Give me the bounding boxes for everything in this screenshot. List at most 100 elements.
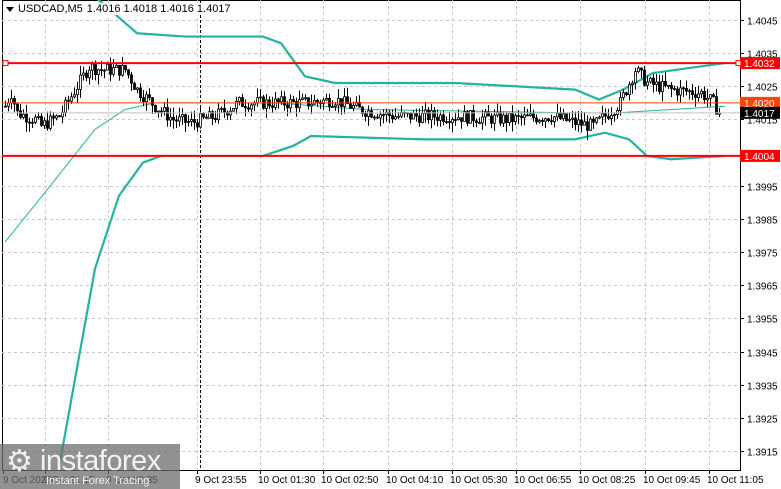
candle-body [169, 116, 172, 121]
candle [607, 108, 610, 121]
candle-body [271, 105, 274, 108]
y-tick-label: 1.3945 [747, 349, 778, 360]
candle [238, 96, 241, 106]
x-tick-label: 10 Oct 09:45 [643, 475, 701, 486]
candle [487, 105, 490, 117]
candle [568, 112, 571, 123]
candle-body [40, 115, 43, 126]
candle-body [394, 116, 397, 120]
candle [598, 115, 601, 120]
candle-body [655, 81, 658, 85]
candle [460, 117, 463, 129]
y-tick-label: 1.3965 [747, 282, 778, 293]
candle-body [637, 67, 640, 73]
candle-body [43, 120, 46, 126]
y-tick-label: 1.4025 [747, 83, 778, 94]
candle [430, 103, 433, 129]
candle [523, 106, 526, 126]
candle [490, 112, 493, 129]
price-chart[interactable]: 1.40451.40351.40251.40151.39951.39851.39… [0, 0, 781, 489]
level-price-label: 1.4032 [744, 59, 775, 70]
candle [463, 105, 466, 122]
candle [661, 75, 664, 102]
candle-body [334, 104, 337, 107]
candle [82, 66, 85, 81]
candle-body [379, 114, 382, 119]
candle [658, 74, 661, 95]
candle-body [628, 83, 631, 96]
candle [595, 116, 598, 125]
candle [643, 65, 646, 87]
candle-body [442, 114, 445, 122]
candle [469, 110, 472, 124]
candle [355, 96, 358, 107]
candle [427, 106, 430, 124]
candle-body [490, 115, 493, 124]
triangle-down-icon[interactable] [6, 6, 14, 12]
candle-body [640, 67, 643, 71]
candle-body [547, 118, 550, 122]
candle [322, 97, 325, 110]
candle-body [535, 117, 538, 123]
candle-body [25, 113, 28, 123]
candle [640, 67, 643, 79]
candle [211, 109, 214, 125]
candle [445, 116, 448, 124]
candle [514, 113, 517, 126]
candle-body [124, 64, 127, 71]
candle-body [568, 118, 571, 121]
candle-body [427, 109, 430, 121]
candle-body [184, 114, 187, 123]
candle-body [220, 108, 223, 110]
candle [265, 94, 268, 118]
candle [559, 106, 562, 121]
candle [103, 68, 106, 79]
candle-body [304, 97, 307, 100]
candle-body [592, 118, 595, 123]
candle [226, 110, 229, 120]
candle [115, 63, 118, 68]
y-tick-label: 1.3985 [747, 216, 778, 227]
candle-body [673, 88, 676, 90]
candle-body [586, 121, 589, 131]
y-tick-label: 1.3955 [747, 315, 778, 326]
x-tick-label: 10 Oct 02:50 [321, 475, 379, 486]
candle [535, 114, 538, 125]
candle [85, 69, 88, 82]
candle [298, 90, 301, 113]
candle [649, 76, 652, 84]
candle-body [466, 111, 469, 124]
candle-body [31, 121, 34, 124]
candle [505, 112, 508, 132]
candle [376, 113, 379, 119]
candle [139, 83, 142, 102]
candle [295, 97, 298, 117]
candle-body [421, 113, 424, 123]
candle-body [325, 98, 328, 101]
candle [436, 109, 439, 127]
candle-body [577, 119, 580, 126]
candle [628, 81, 631, 101]
candle [61, 105, 64, 124]
candle-body [451, 119, 454, 124]
candle [4, 100, 7, 108]
candle-body [652, 77, 655, 85]
candle-body [34, 116, 37, 123]
x-tick-label: 10 Oct 05:30 [450, 475, 508, 486]
candle-body [286, 104, 289, 109]
candle-body [136, 87, 139, 90]
candle [148, 88, 151, 101]
candle [196, 119, 199, 132]
candle [232, 108, 235, 112]
y-tick-label: 1.4045 [747, 17, 778, 28]
candle-body [301, 97, 304, 100]
candle [412, 109, 415, 120]
candle [613, 112, 616, 122]
candle [175, 115, 178, 129]
candle-body [631, 82, 634, 85]
candle [52, 112, 55, 126]
candle [253, 100, 256, 112]
candle [553, 116, 556, 128]
candle [160, 107, 163, 117]
candle [133, 81, 136, 90]
